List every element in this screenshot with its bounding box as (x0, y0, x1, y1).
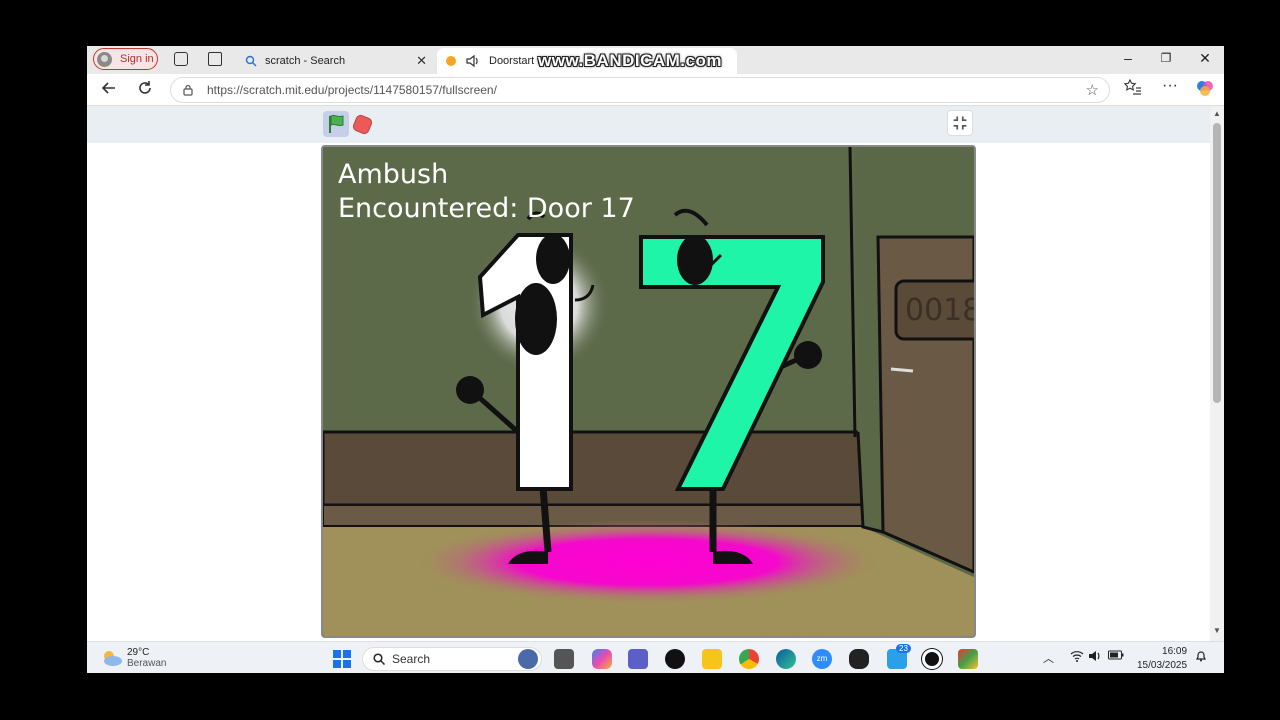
stop-button[interactable] (351, 113, 374, 136)
favorites-list-icon (1123, 78, 1141, 95)
scroll-down-icon[interactable]: ▼ (1213, 626, 1221, 635)
battery-icon[interactable] (1108, 650, 1124, 663)
project-stage[interactable]: 0018 Ambush Encountered: Door 17 (321, 145, 976, 638)
clock-time: 16:09 (1162, 646, 1188, 657)
sign-in-label: Sign in (120, 53, 154, 65)
back-button[interactable] (99, 80, 119, 101)
scratch-favicon-icon (446, 56, 456, 66)
stage-title: Ambush (338, 159, 449, 190)
minimize-button[interactable]: – (1118, 50, 1138, 66)
scroll-thumb[interactable] (1213, 123, 1221, 403)
scroll-up-icon[interactable]: ▲ (1213, 109, 1221, 118)
address-bar[interactable]: https://scratch.mit.edu/projects/1147580… (170, 77, 1110, 103)
teams-icon[interactable] (628, 649, 648, 669)
windows-taskbar: 29°C Berawan Search zm 23 ︿ 16:09 15/03/… (87, 641, 1224, 673)
start-button[interactable] (332, 649, 352, 669)
close-window-button[interactable]: ✕ (1195, 50, 1215, 67)
weather-temp: 29°C (127, 647, 150, 658)
url-text: https://scratch.mit.edu/projects/1147580… (207, 83, 497, 97)
taskbar-search[interactable]: Search (362, 647, 542, 671)
task-view-icon[interactable] (554, 649, 574, 669)
reload-icon (139, 81, 151, 94)
door-number: 0018 (905, 293, 974, 328)
tab-label: scratch - Search (265, 55, 346, 67)
record-icon[interactable] (922, 649, 942, 669)
more-menu-button[interactable]: ··· (1160, 77, 1180, 95)
tab-label: Doorstart B (489, 55, 545, 67)
sign-in-button[interactable]: Sign in (93, 48, 158, 70)
weather-desc: Berawan (127, 658, 167, 669)
exit-fullscreen-button[interactable] (947, 110, 973, 136)
maximize-button[interactable]: ❐ (1156, 51, 1176, 65)
copilot-app-icon[interactable] (592, 649, 612, 669)
favorite-star-icon[interactable]: ☆ (1086, 81, 1099, 99)
avatar-icon (97, 51, 112, 67)
copilot-button[interactable] (1195, 79, 1215, 102)
speaker-icon[interactable] (465, 54, 481, 68)
reload-button[interactable] (135, 80, 155, 101)
copilot-icon (1197, 81, 1213, 96)
weather-widget[interactable]: 29°C Berawan (101, 647, 166, 669)
zoom-icon[interactable]: zm (812, 649, 832, 669)
back-arrow-icon (101, 82, 115, 94)
tab-actions-icon[interactable] (208, 52, 222, 66)
workspaces-icon[interactable] (174, 52, 188, 66)
edge-icon[interactable] (776, 649, 796, 669)
bandicam-watermark: www.BANDICAM.com (538, 51, 722, 70)
mail-badge: 23 (896, 644, 911, 653)
search-icon (245, 55, 257, 67)
wainscot (323, 430, 865, 509)
windows-logo-icon (333, 650, 351, 668)
volume-icon[interactable] (1088, 650, 1102, 665)
winrar-icon[interactable] (958, 649, 978, 669)
exit-fullscreen-icon (953, 116, 967, 130)
stage-subtitle: Encountered: Door 17 (338, 193, 635, 224)
favorites-button[interactable] (1123, 78, 1143, 100)
search-highlight-icon (518, 649, 538, 669)
clock-date: 15/03/2025 (1137, 660, 1188, 671)
browser-window: Sign in scratch - Search ✕ Doorstart B –… (87, 46, 1224, 673)
notification-icon[interactable] (1195, 650, 1207, 665)
teamviewer-icon[interactable] (665, 649, 685, 669)
spotlight (413, 520, 883, 604)
green-flag-button[interactable] (323, 111, 349, 137)
weather-cloud-icon (104, 651, 122, 666)
chrome-icon[interactable] (739, 649, 759, 669)
show-hidden-icons[interactable]: ︿ (1043, 650, 1054, 666)
wifi-icon[interactable] (1070, 650, 1084, 665)
site-info-icon[interactable] (183, 84, 193, 96)
system-clock[interactable]: 16:09 15/03/2025 (1137, 645, 1187, 673)
scratch-controls-bar (87, 106, 1210, 143)
search-label: Search (392, 652, 431, 666)
close-tab-icon[interactable]: ✕ (416, 53, 427, 69)
penguin-app-icon[interactable] (849, 649, 869, 669)
search-icon (373, 653, 385, 665)
green-flag-icon (329, 114, 344, 133)
tab-scratch-search[interactable]: scratch - Search ✕ (237, 48, 433, 74)
file-explorer-icon[interactable] (702, 649, 722, 669)
address-row: https://scratch.mit.edu/projects/1147580… (87, 74, 1224, 106)
page-scrollbar[interactable]: ▲ ▼ (1210, 106, 1224, 641)
